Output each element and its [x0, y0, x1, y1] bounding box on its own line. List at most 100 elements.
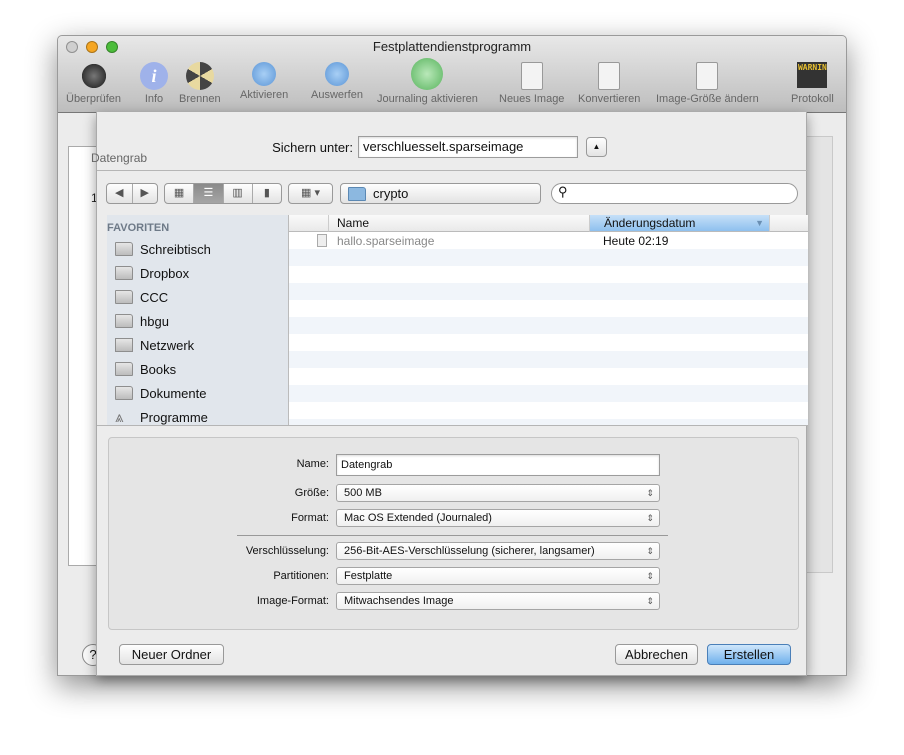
- toolbar-info[interactable]: i Info: [140, 62, 168, 105]
- toolbar-log[interactable]: WARNIN Protokoll: [791, 62, 834, 105]
- partitions-label: Partitionen:: [273, 570, 329, 582]
- back-forward-control[interactable]: ◀ ▶: [106, 183, 158, 204]
- toolbar-new-image[interactable]: Neues Image: [499, 62, 564, 105]
- forward-button[interactable]: ▶: [133, 184, 158, 203]
- toolbar-verify[interactable]: Überprüfen: [66, 62, 121, 105]
- save-as-input[interactable]: verschluesselt.sparseimage: [358, 136, 578, 158]
- microscope-icon: [79, 62, 108, 90]
- sidebar-item-desktop[interactable]: Schreibtisch: [115, 238, 211, 260]
- column-header-date[interactable]: Änderungsdatum ▼: [590, 215, 770, 232]
- file-icon: [317, 234, 327, 247]
- sidebar-label: Schreibtisch: [140, 241, 211, 257]
- view-mode-control[interactable]: ▦ ☰ ▥ ▮: [164, 183, 282, 204]
- sidebar-label: Netzwerk: [140, 337, 195, 353]
- create-button[interactable]: Erstellen: [707, 644, 791, 665]
- cancel-button[interactable]: Abbrechen: [615, 644, 698, 665]
- collapse-button[interactable]: ▲: [586, 137, 607, 157]
- file-date: Heute 02:19: [603, 234, 669, 248]
- new-image-icon: [520, 62, 543, 90]
- sidebar-item-ccc[interactable]: CCC: [115, 286, 168, 308]
- sidebar-item-applications[interactable]: ⩓ Programme: [115, 406, 208, 426]
- name-label: Name:: [296, 458, 329, 470]
- column-view-icon[interactable]: ▥: [224, 184, 253, 203]
- size-popup[interactable]: 500 MB: [336, 484, 660, 502]
- toolbar-label: Image-Größe ändern: [656, 93, 759, 105]
- search-field[interactable]: ⚲: [551, 183, 798, 204]
- format-label: Format:: [291, 512, 329, 524]
- arrange-button[interactable]: ▦ ▾: [288, 183, 333, 204]
- toolbar-label: Brennen: [179, 93, 221, 105]
- search-icon: ⚲: [558, 184, 568, 199]
- title-bar: Festplattendienstprogramm Überprüfen i In…: [58, 36, 846, 113]
- file-list[interactable]: Name Änderungsdatum ▼ hallo.sparseimage H…: [289, 215, 808, 425]
- desktop-icon: [115, 242, 133, 256]
- folder-icon: [348, 186, 366, 201]
- sidebar-label: Programme: [140, 409, 208, 425]
- toolbar-eject[interactable]: Auswerfen: [311, 62, 363, 101]
- encryption-label: Verschlüsselung:: [245, 545, 329, 557]
- toolbar-label: Konvertieren: [578, 93, 641, 105]
- favorites-heading: FAVORITEN: [107, 222, 170, 234]
- sidebar-label: Dokumente: [140, 385, 207, 401]
- folder-icon: [115, 362, 133, 376]
- column-header-name[interactable]: Name: [329, 215, 590, 232]
- sort-descending-icon: ▼: [755, 218, 764, 228]
- sidebar-item-network[interactable]: Netzwerk: [115, 334, 194, 356]
- toolbar-label: Journaling aktivieren: [377, 93, 478, 105]
- folder-icon: [115, 386, 133, 400]
- folder-icon: [115, 314, 133, 328]
- folder-icon: [115, 266, 133, 280]
- burn-icon: [185, 62, 214, 90]
- coverflow-view-icon[interactable]: ▮: [253, 184, 281, 203]
- image-format-popup[interactable]: Mitwachsendes Image: [336, 592, 660, 610]
- encryption-popup[interactable]: 256-Bit-AES-Verschlüsselung (sicherer, l…: [336, 542, 660, 560]
- sidebar-item-documents[interactable]: Dokumente: [115, 382, 206, 404]
- convert-icon: [598, 62, 621, 90]
- info-icon: i: [140, 62, 168, 90]
- resize-image-icon: [696, 62, 719, 90]
- column-header-label: Änderungsdatum: [604, 216, 696, 230]
- disk-item[interactable]: Datengrab: [91, 151, 147, 165]
- eject-icon: [324, 62, 349, 86]
- save-sheet: Sichern unter: verschluesselt.sparseimag…: [96, 112, 808, 676]
- toolbar-label: Überprüfen: [66, 93, 122, 105]
- size-label: Größe:: [294, 487, 329, 499]
- folder-icon: [115, 290, 133, 304]
- arrange-icon: ▦ ▾: [301, 187, 320, 199]
- toolbar-journaling[interactable]: Journaling aktivieren: [377, 58, 478, 105]
- sidebar-item-dropbox[interactable]: Dropbox: [115, 262, 189, 284]
- name-input[interactable]: Datengrab: [336, 454, 660, 476]
- toolbar-burn[interactable]: Brennen: [179, 62, 221, 105]
- toolbar-label: Aktivieren: [240, 89, 289, 101]
- toolbar-label: Protokoll: [791, 93, 834, 105]
- sidebar-item-books[interactable]: Books: [115, 358, 176, 380]
- toolbar-convert[interactable]: Konvertieren: [578, 62, 640, 105]
- new-folder-button[interactable]: Neuer Ordner: [119, 644, 224, 665]
- list-view-icon[interactable]: ☰: [194, 184, 224, 203]
- toolbar-label: Neues Image: [499, 93, 565, 105]
- journaling-icon: [411, 58, 444, 90]
- sidebar-label: CCC: [140, 289, 169, 305]
- mount-icon: [252, 62, 277, 86]
- toolbar-label: Info: [144, 93, 164, 105]
- back-button[interactable]: ◀: [107, 184, 133, 203]
- sidebar-item-hbgu[interactable]: hbgu: [115, 310, 169, 332]
- toolbar-resize-image[interactable]: Image-Größe ändern: [656, 62, 759, 105]
- window-title: Festplattendienstprogramm: [372, 39, 532, 54]
- file-name: hallo.sparseimage: [337, 234, 435, 248]
- applications-icon: ⩓: [115, 408, 124, 426]
- partitions-popup[interactable]: Festplatte: [336, 567, 660, 585]
- location-popup[interactable]: crypto: [340, 183, 541, 204]
- image-format-label: Image-Format:: [256, 595, 329, 607]
- log-icon: WARNIN: [797, 62, 828, 88]
- divider: [237, 535, 668, 536]
- toolbar-label: Auswerfen: [311, 89, 363, 101]
- format-popup[interactable]: Mac OS Extended (Journaled): [336, 509, 660, 527]
- icon-view-icon[interactable]: ▦: [165, 184, 195, 203]
- sidebar-label: Books: [140, 361, 177, 377]
- location-label: crypto: [373, 186, 409, 201]
- sidebar-label: hbgu: [140, 313, 169, 329]
- file-row[interactable]: hallo.sparseimage Heute 02:19: [289, 232, 808, 249]
- toolbar-mount[interactable]: Aktivieren: [240, 62, 288, 101]
- sidebar-label: Dropbox: [140, 265, 190, 281]
